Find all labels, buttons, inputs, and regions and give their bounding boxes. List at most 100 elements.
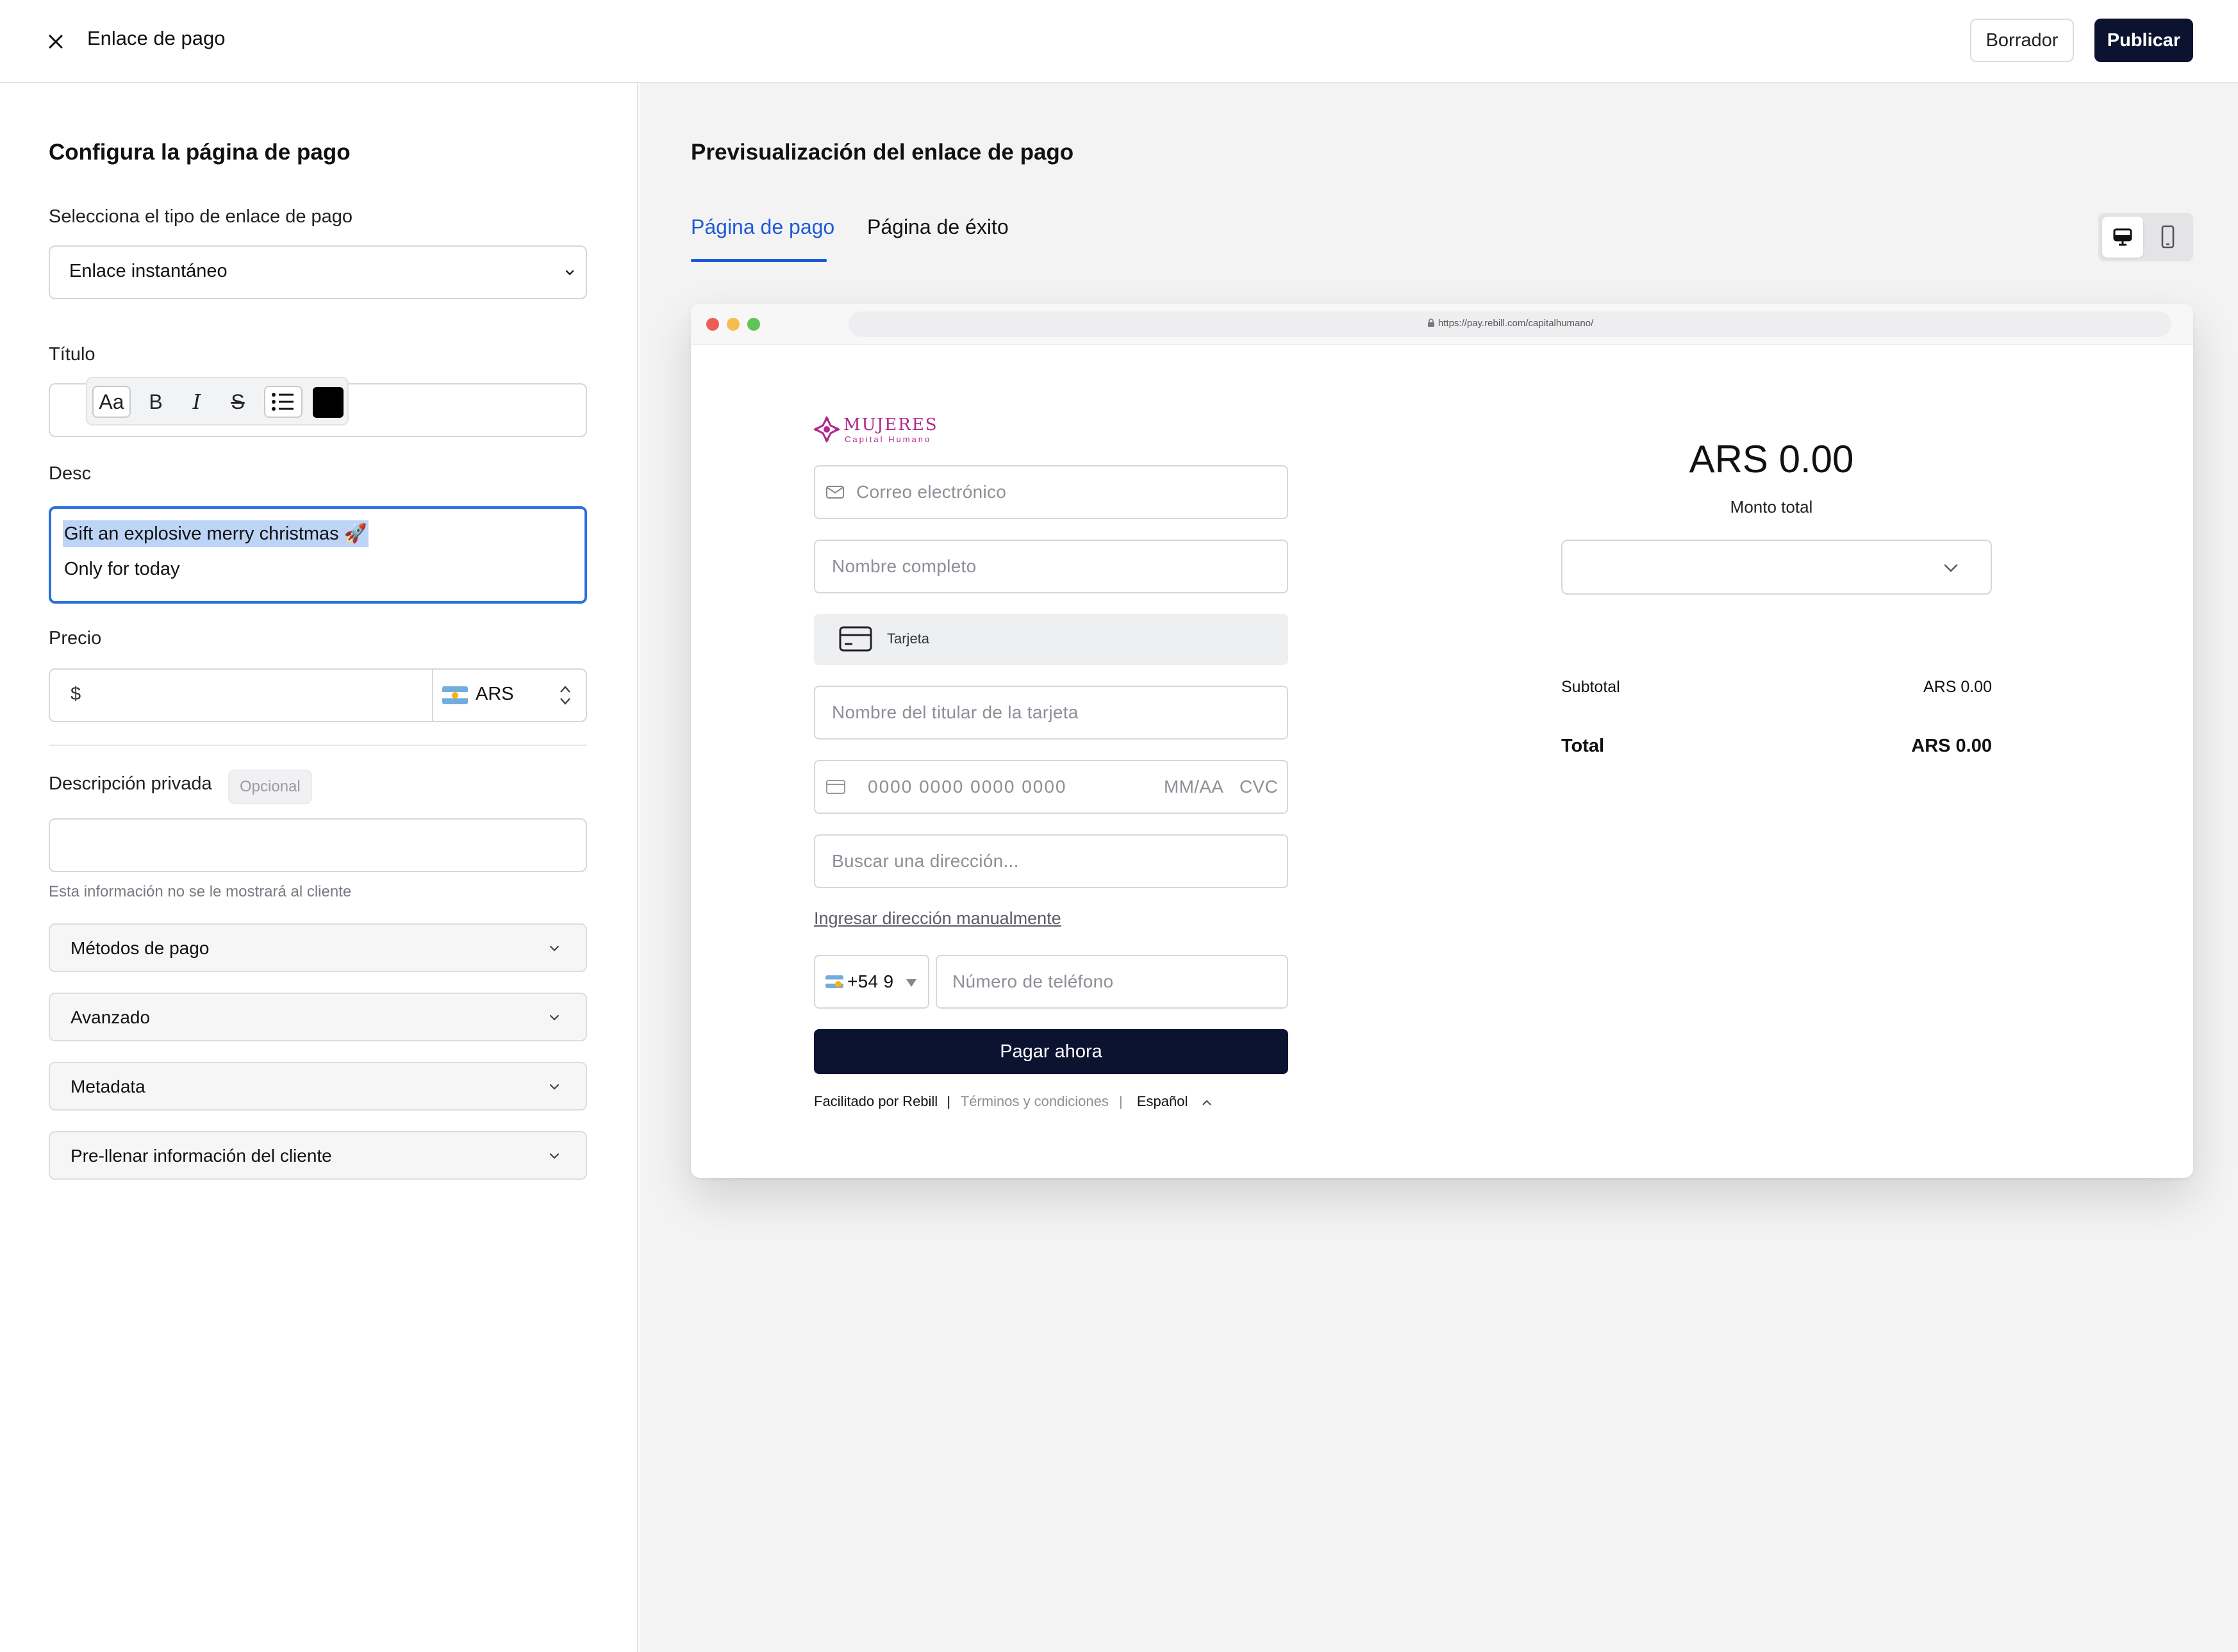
accordion-payment-methods[interactable]: Métodos de pago [49,923,587,972]
card-number-placeholder: 0000 0000 0000 0000 [868,777,1067,797]
price-label: Precio [49,628,102,648]
private-description-help: Esta información no se le mostrará al cl… [49,883,352,900]
stepper-icon[interactable] [558,682,573,708]
card-payment-tab[interactable]: Tarjeta [814,614,1288,665]
full-name-placeholder: Nombre completo [832,556,977,576]
powered-by-text: Facilitado por Rebill [814,1093,938,1109]
close-icon[interactable] [44,29,68,54]
lock-icon [1427,318,1434,327]
caret-down-icon [906,979,916,987]
price-input[interactable]: $ ARS [49,668,587,722]
chevron-down-icon [549,1084,560,1090]
active-tab-indicator [691,259,827,262]
description-line: Gift an explosive merry christmas 🚀 [63,520,369,547]
description-label: Desc [49,463,92,484]
full-name-field[interactable]: Nombre completo [814,540,1288,593]
pay-now-button[interactable]: Pagar ahora [814,1029,1288,1074]
accordion-label: Métodos de pago [70,938,210,958]
argentina-flag-icon [825,975,843,988]
desktop-view-button[interactable] [2102,217,2143,258]
description-line: Only for today [64,559,180,579]
tab-success-page[interactable]: Página de éxito [867,215,1009,239]
checkout-footer: Facilitado por Rebill | Términos y condi… [814,1093,1213,1110]
footer-separator: | [947,1093,951,1109]
preview-heading: Previsualización del enlace de pago [691,140,1074,165]
logo-mark-icon [813,415,841,443]
link-type-value: Enlace instantáneo [69,261,228,281]
link-type-label: Selecciona el tipo de enlace de pago [49,206,353,227]
merchant-logo: MUJERES Capital Humano [813,414,960,446]
footer-separator: | [1119,1093,1123,1109]
cardholder-name-field[interactable]: Nombre del titular de la tarjeta [814,686,1288,739]
window-minimize-dot [727,318,740,331]
mobile-icon [2161,225,2175,249]
card-tab-label: Tarjeta [887,631,930,647]
credit-card-icon [839,626,872,652]
total-value: ARS 0.00 [1911,736,1992,756]
payment-page-preview: https://pay.rebill.com/capitalhumano/ MU… [691,304,2193,1178]
config-heading: Configura la página de pago [49,140,351,165]
top-bar: Enlace de pago Borrador Publicar [0,0,2238,83]
expiry-placeholder: MM/AA [1164,777,1224,797]
bold-button[interactable]: B [140,386,172,418]
publish-button[interactable]: Publicar [2094,19,2193,62]
title-label: Título [49,344,95,365]
email-placeholder: Correo electrónico [856,482,1007,502]
desktop-icon [2113,228,2132,246]
font-size-button[interactable]: Aa [92,386,131,418]
accordion-metadata[interactable]: Metadata [49,1062,587,1111]
strikethrough-button[interactable]: S [222,386,254,418]
currency-symbol: $ [70,684,81,704]
logo-tagline: Capital Humano [845,434,932,444]
accordion-label: Avanzado [70,1007,151,1027]
tab-payment-page[interactable]: Página de pago [691,215,834,239]
chevron-down-icon [549,1014,560,1021]
address-search-field[interactable]: Buscar una dirección... [814,834,1288,888]
mobile-view-button[interactable] [2147,217,2188,258]
divider [49,745,587,746]
language-selector[interactable]: Español [1137,1093,1188,1109]
optional-badge: Opcional [228,770,312,804]
phone-prefix: +54 9 [847,971,894,991]
device-toggle [2098,213,2193,261]
cardholder-placeholder: Nombre del titular de la tarjeta [832,702,1079,722]
divider [432,670,433,721]
phone-placeholder: Número de teléfono [952,971,1114,991]
manual-address-link[interactable]: Ingresar dirección manualmente [814,909,1061,929]
browser-chrome: https://pay.rebill.com/capitalhumano/ [691,304,2193,345]
phone-prefix-select[interactable]: +54 9 [814,955,929,1009]
total-amount-label: Monto total [1730,497,1813,516]
phone-number-field[interactable]: Número de teléfono [936,955,1288,1009]
link-type-select[interactable]: Enlace instantáneo [49,245,587,299]
total-amount: ARS 0.00 [1689,438,1854,481]
window-maximize-dot [747,318,760,331]
address-placeholder: Buscar una dirección... [832,851,1019,871]
product-select[interactable] [1561,540,1992,595]
bullet-list-button[interactable] [264,386,303,418]
email-field[interactable]: Correo electrónico [814,465,1288,519]
currency-select[interactable]: ARS [476,684,514,705]
text-color-button[interactable] [313,387,344,418]
private-description-label: Descripción privada [49,773,212,794]
text-format-toolbar: Aa B I S [86,377,349,425]
chevron-down-icon [1944,564,1958,572]
chevron-down-icon [549,1153,560,1159]
argentina-flag-icon [442,686,468,704]
subtotal-value: ARS 0.00 [1923,678,1992,696]
url-text: https://pay.rebill.com/capitalhumano/ [849,318,2171,329]
private-description-input[interactable] [49,818,587,872]
card-number-field[interactable]: 0000 0000 0000 0000 MM/AA CVC [814,760,1288,814]
terms-link[interactable]: Términos y condiciones [961,1093,1109,1109]
accordion-advanced[interactable]: Avanzado [49,993,587,1041]
cvc-placeholder: CVC [1239,777,1279,797]
url-bar: https://pay.rebill.com/capitalhumano/ [849,311,2171,337]
url-value: https://pay.rebill.com/capitalhumano/ [1438,318,1594,329]
accordion-label: Metadata [70,1077,145,1096]
accordion-prefill[interactable]: Pre-llenar información del cliente [49,1131,587,1180]
description-editor[interactable]: Gift an explosive merry christmas 🚀 Only… [49,506,587,604]
draft-button[interactable]: Borrador [1970,19,2074,62]
window-close-dot [706,318,719,331]
italic-button[interactable]: I [181,386,213,418]
chevron-down-icon [549,945,560,952]
chevron-down-icon [565,270,574,276]
